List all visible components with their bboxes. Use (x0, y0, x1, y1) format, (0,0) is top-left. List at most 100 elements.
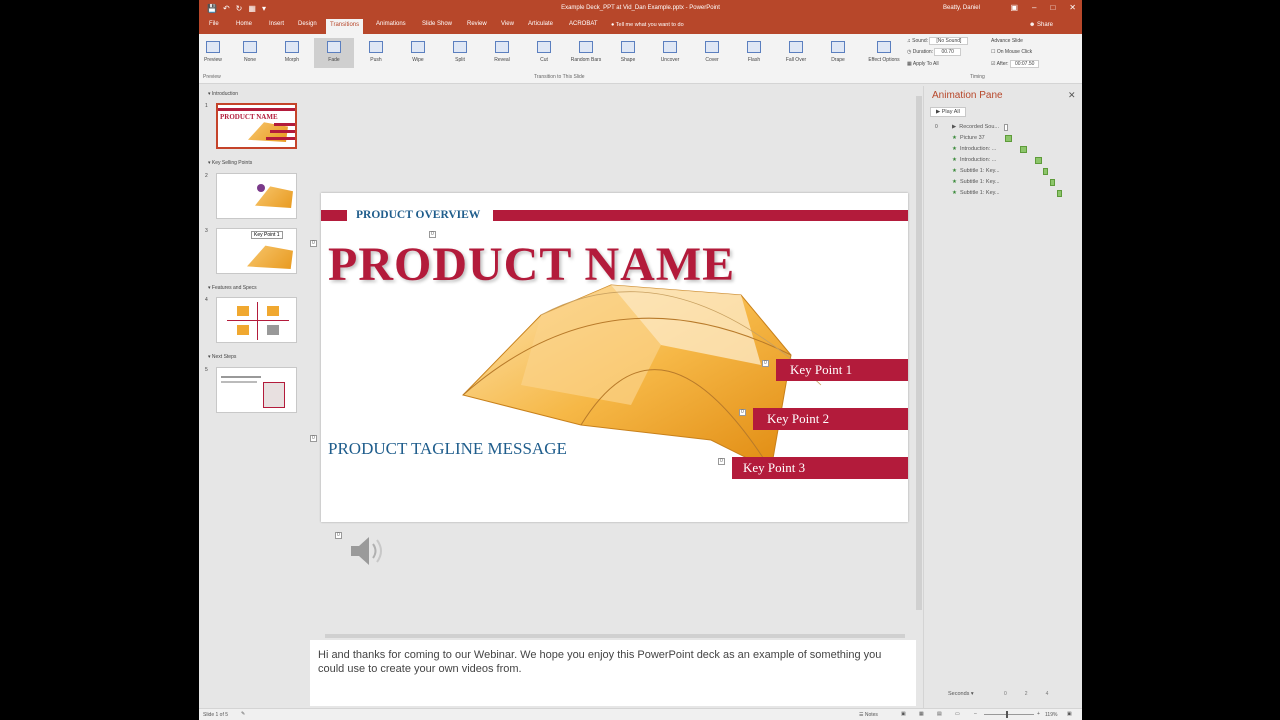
zoom-level[interactable]: 119% (1045, 712, 1057, 718)
tab-animations[interactable]: Animations (376, 21, 406, 27)
slide-thumb-5[interactable] (216, 367, 297, 413)
share-button[interactable]: ☻ Share (1029, 22, 1053, 28)
tab-acrobat[interactable]: ACROBAT (569, 21, 598, 27)
duration-control[interactable]: ◷ Duration: 00.70 (907, 48, 961, 56)
transition-fall-over[interactable]: Fall Over (776, 38, 816, 68)
slide-thumb-2[interactable] (216, 173, 297, 219)
tab-review[interactable]: Review (467, 21, 487, 27)
scrollbar-thumb[interactable] (916, 96, 922, 610)
effect-options-label: Effect Options (868, 57, 900, 63)
animation-item[interactable]: ★ Subtitle 1: Key... (952, 168, 1000, 174)
animation-timing-bar[interactable] (1043, 168, 1048, 175)
ribbon-display-icon[interactable]: ▣ (1010, 3, 1018, 12)
maximize-icon[interactable]: □ (1050, 3, 1055, 12)
slide-thumb-1[interactable]: PRODUCT NAME (216, 103, 297, 149)
normal-view-icon[interactable]: ▣ (901, 711, 906, 717)
notes-toggle[interactable]: ☰ Notes (859, 712, 878, 718)
section-introduction[interactable]: ▾ Introduction (208, 91, 238, 97)
tell-me-box[interactable]: ● Tell me what you want to do (611, 22, 684, 28)
tab-design[interactable]: Design (298, 21, 317, 27)
section-next-steps[interactable]: ▾ Next Steps (208, 354, 236, 360)
transition-push[interactable]: Push (356, 38, 396, 68)
section-features-and-specs[interactable]: ▾ Features and Specs (208, 285, 257, 291)
transition-fade[interactable]: Fade (314, 38, 354, 68)
zoom-out-icon[interactable]: – (974, 711, 977, 717)
product-tagline[interactable]: PRODUCT TAGLINE MESSAGE (328, 439, 567, 459)
after-checkbox[interactable]: ☑ After: 00:07.50 (991, 60, 1040, 68)
transition-split[interactable]: Split (440, 38, 480, 68)
speaker-notes[interactable]: Hi and thanks for coming to our Webinar.… (310, 640, 916, 706)
animation-timing-bar[interactable] (1050, 179, 1055, 186)
slide-horizontal-scrollbar[interactable] (313, 632, 913, 640)
key-point-1[interactable]: Key Point 1 (776, 359, 908, 381)
slide-sorter-icon[interactable]: ▦ (919, 711, 924, 717)
transition-uncover[interactable]: Uncover (650, 38, 690, 68)
animation-item[interactable]: ★ Introduction: ... (952, 157, 996, 163)
transition-random-bars[interactable]: Random Bars (566, 38, 606, 68)
after-input[interactable]: 00:07.50 (1009, 60, 1040, 68)
tab-view[interactable]: View (501, 21, 514, 27)
fit-slide-icon[interactable]: ▣ (1067, 711, 1072, 717)
preview-button[interactable]: Preview (201, 38, 225, 68)
sound-select[interactable]: [No Sound] (929, 37, 969, 45)
animation-item[interactable]: ★ Picture 37 (952, 135, 985, 141)
tab-file[interactable]: File (209, 21, 219, 27)
spellcheck-icon[interactable]: ✎ (241, 711, 245, 717)
animation-timing-bar[interactable] (1020, 146, 1027, 153)
zoom-slider[interactable] (984, 711, 1034, 718)
close-icon[interactable]: ✕ (1068, 90, 1076, 101)
transition-cut[interactable]: Cut (524, 38, 564, 68)
transition-label: Cover (705, 57, 719, 63)
effect-options-button[interactable]: Effect Options (867, 38, 901, 68)
thumb-line (221, 376, 261, 378)
close-icon[interactable]: ✕ (1069, 3, 1076, 12)
key-point-3[interactable]: Key Point 3 (732, 457, 908, 479)
sound-control[interactable]: ♫ Sound: [No Sound] (907, 37, 969, 45)
user-name[interactable]: Beatty, Daniel (943, 5, 980, 11)
slideshow-icon[interactable]: ▭ (955, 711, 960, 717)
transition-reveal[interactable]: Reveal (482, 38, 522, 68)
slide-canvas[interactable]: PRODUCT OVERVIEW PRODUCT NAME PRODUCT TA… (321, 193, 908, 522)
transition-wipe[interactable]: Wipe (398, 38, 438, 68)
slide-thumb-4[interactable] (216, 297, 297, 343)
slide-thumb-3[interactable]: Key Point 1 (216, 228, 297, 274)
scrollbar-thumb[interactable] (325, 634, 905, 638)
audio-speaker-icon[interactable]: 0 (335, 532, 387, 575)
transition-none[interactable]: None (230, 38, 270, 68)
transition-cover[interactable]: Cover (692, 38, 732, 68)
minimize-icon[interactable]: – (1032, 3, 1036, 12)
transition-morph[interactable]: Morph (272, 38, 312, 68)
reading-view-icon[interactable]: ▤ (937, 711, 942, 717)
tab-transitions[interactable]: Transitions (326, 19, 364, 34)
zoom-in-icon[interactable]: + (1037, 711, 1040, 717)
animation-timing-bar[interactable] (1004, 124, 1008, 131)
transition-push-icon (369, 41, 383, 53)
seconds-dropdown[interactable]: Seconds ▾ (948, 691, 974, 697)
slide-vertical-scrollbar[interactable] (915, 84, 923, 636)
animation-timing-bar[interactable] (1035, 157, 1042, 164)
duration-input[interactable]: 00.70 (934, 48, 961, 56)
animation-item[interactable]: ▶ Recorded Sou... (952, 124, 999, 130)
tab-home[interactable]: Home (236, 21, 252, 27)
tab-insert[interactable]: Insert (269, 21, 284, 27)
product-overview-heading[interactable]: PRODUCT OVERVIEW (356, 209, 480, 221)
apply-all-button[interactable]: ▦ Apply To All (907, 61, 939, 67)
timeline-ruler[interactable]: 0 2 4 (1004, 691, 1048, 697)
on-mouse-click-checkbox[interactable]: ☐ On Mouse Click (991, 49, 1032, 55)
tab-articulate[interactable]: Articulate (528, 21, 553, 27)
play-all-button[interactable]: ▶ Play All (930, 107, 966, 117)
transition-drape[interactable]: Drape (818, 38, 858, 68)
zoom-slider-thumb[interactable] (1006, 711, 1008, 718)
animation-item-label: Recorded Sou... (959, 124, 999, 130)
animation-timing-bar[interactable] (1057, 190, 1062, 197)
section-key-selling-points[interactable]: ▾ Key Selling Points (208, 160, 252, 166)
key-point-2[interactable]: Key Point 2 (753, 408, 908, 430)
animation-item[interactable]: ★ Subtitle 1: Key... (952, 190, 1000, 196)
transition-flash[interactable]: Flash (734, 38, 774, 68)
animation-item[interactable]: ★ Introduction: ... (952, 146, 996, 152)
animation-item[interactable]: ★ Subtitle 1: Key... (952, 179, 1000, 185)
animation-timing-bar[interactable] (1005, 135, 1012, 142)
tab-slide-show[interactable]: Slide Show (422, 21, 452, 27)
ruler-tick: 4 (1045, 691, 1049, 697)
transition-shape[interactable]: Shape (608, 38, 648, 68)
